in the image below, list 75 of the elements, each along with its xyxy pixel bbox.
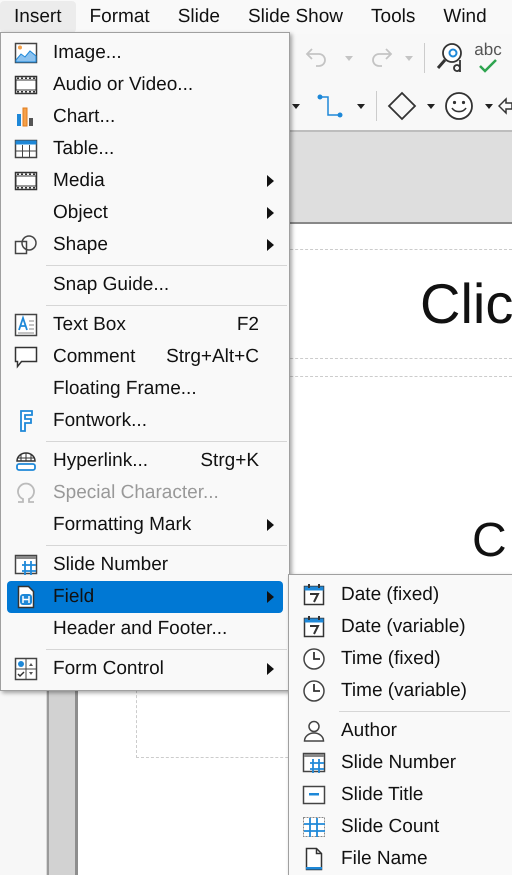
- menu-item[interactable]: Text Box F2: [7, 309, 283, 341]
- menu-item[interactable]: Date (variable): [295, 611, 506, 643]
- menu-item[interactable]: Fontwork...: [7, 405, 283, 437]
- dropdown-arrow-icon: [426, 102, 436, 110]
- person-icon: [302, 719, 326, 743]
- table-icon: [14, 137, 38, 161]
- dropdown-arrow-icon: [484, 102, 494, 110]
- menu-item[interactable]: Time (fixed): [295, 643, 506, 675]
- title-icon: [302, 783, 326, 807]
- menu-item[interactable]: Slide Number: [7, 549, 283, 581]
- menu-item[interactable]: Hyperlink... Strg+K: [7, 445, 283, 477]
- image-icon: [14, 41, 38, 65]
- spelling-icon[interactable]: abc: [471, 41, 505, 75]
- menu-item[interactable]: Media: [7, 165, 283, 197]
- calendar-icon: [302, 583, 326, 607]
- form-controls-icon: [14, 657, 38, 681]
- submenu-arrow-icon: [266, 238, 275, 252]
- find-replace-icon: [435, 42, 465, 74]
- calendar-icon: [302, 615, 326, 639]
- menu-bar-item[interactable]: Slide: [164, 1, 234, 33]
- smiley-icon: [444, 91, 474, 121]
- check-mark-icon: [478, 58, 498, 73]
- menu-item[interactable]: Form Control: [7, 653, 283, 685]
- dropdown-arrow-icon: [291, 102, 301, 110]
- menu-item[interactable]: Field: [7, 581, 283, 613]
- shapes-icon: [14, 233, 38, 257]
- clock-icon: [302, 647, 326, 671]
- title-text: Clic: [420, 276, 512, 332]
- submenu-arrow-icon: [266, 590, 275, 604]
- menu-bar-item[interactable]: Wind: [429, 1, 501, 33]
- connector-icon: [317, 94, 344, 118]
- dropdown-arrow-icon: [356, 102, 366, 110]
- dropdown-arrow-icon: [344, 54, 354, 62]
- menu-item[interactable]: Snap Guide...: [7, 269, 283, 301]
- grid-icon: [302, 815, 326, 839]
- menu-item[interactable]: Time (variable): [295, 675, 506, 707]
- menu-item[interactable]: Slide Count: [295, 811, 506, 843]
- dropdown-arrow-icon: [404, 54, 414, 62]
- menu-item[interactable]: Shape: [7, 229, 283, 261]
- menu-item[interactable]: Slide Number: [295, 747, 506, 779]
- menu-bar-item[interactable]: Slide Show: [234, 1, 358, 33]
- submenu-arrow-icon: [266, 206, 275, 220]
- diamond-icon: [386, 91, 417, 121]
- text-box-icon: [14, 313, 38, 337]
- menu-item[interactable]: Formatting Mark: [7, 509, 283, 541]
- slide-number-icon: [302, 751, 326, 775]
- shortcut-label: Strg+Alt+C: [166, 346, 259, 368]
- menu-item[interactable]: Chart...: [7, 101, 283, 133]
- menu-item[interactable]: Author: [295, 715, 506, 747]
- film-strip-icon: [14, 73, 38, 97]
- body-text: C: [472, 517, 507, 565]
- film-strip-icon: [14, 169, 38, 193]
- submenu-arrow-icon: [266, 662, 275, 676]
- slide-number-icon: [14, 553, 38, 577]
- menu-item[interactable]: Comment Strg+Alt+C: [7, 341, 283, 373]
- menu-bar-item[interactable]: Tools: [357, 1, 430, 33]
- shortcut-label: Strg+K: [200, 450, 259, 472]
- menu-bar-item[interactable]: Insert: [0, 1, 76, 33]
- menu-item[interactable]: Object: [7, 197, 283, 229]
- menu-item[interactable]: Header and Footer...: [7, 613, 283, 645]
- menu-item[interactable]: Table...: [7, 133, 283, 165]
- menu-item[interactable]: Image...: [7, 37, 283, 69]
- menu-item[interactable]: File Name: [295, 843, 506, 875]
- menu-item[interactable]: Slide Title: [295, 779, 506, 811]
- submenu-arrow-icon: [266, 174, 275, 188]
- menu-item[interactable]: Date (fixed): [295, 579, 506, 611]
- shortcut-label: F2: [236, 314, 259, 336]
- menu-item[interactable]: Floating Frame...: [7, 373, 283, 405]
- clock-icon: [302, 679, 326, 703]
- omega-icon: [14, 481, 38, 505]
- menu-bar-item[interactable]: Format: [76, 1, 164, 33]
- submenu-arrow-icon: [266, 518, 275, 532]
- speech-bubble-icon: [14, 345, 38, 369]
- arrow-shape-icon: [498, 97, 512, 115]
- menu-item[interactable]: Audio or Video...: [7, 69, 283, 101]
